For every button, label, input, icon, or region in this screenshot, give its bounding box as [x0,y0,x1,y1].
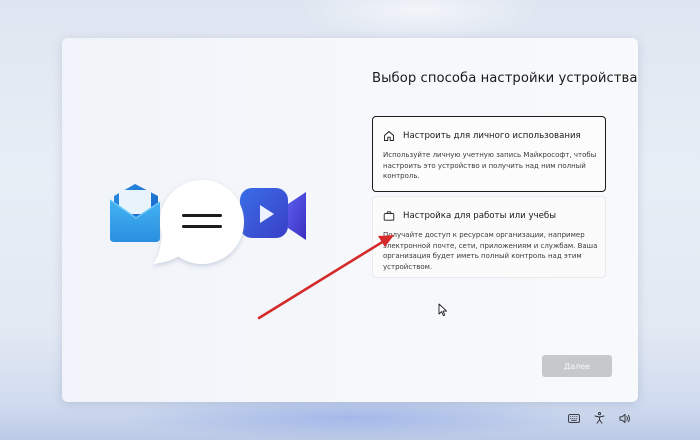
setup-dialog: Выбор способа настройки устройства Настр… [62,38,638,402]
option-personal-use[interactable]: Настроить для личного использования Испо… [372,116,606,192]
option-description: Используйте личную учетную запись Майкро… [383,151,597,181]
option-title: Настройка для работы или учебы [403,211,557,221]
chat-bubble-icon [152,180,244,264]
volume-icon[interactable] [617,411,633,425]
next-button[interactable]: Далее [542,355,612,377]
option-work-or-school[interactable]: Настройка для работы или учебы Получайте… [372,196,606,278]
background-glow-top [300,0,540,40]
mouse-cursor-icon [438,303,448,317]
page-title: Выбор способа настройки устройства [372,71,638,86]
video-app-icon [240,188,306,240]
option-description: Получайте доступ к ресурсам организации,… [383,231,598,271]
option-title: Настроить для личного использования [403,131,581,141]
briefcase-icon [383,211,395,221]
apps-illustration [109,180,306,264]
accessibility-icon[interactable] [591,411,607,425]
home-icon [384,131,394,141]
keyboard-icon[interactable] [566,411,582,425]
mail-app-icon [109,184,161,242]
